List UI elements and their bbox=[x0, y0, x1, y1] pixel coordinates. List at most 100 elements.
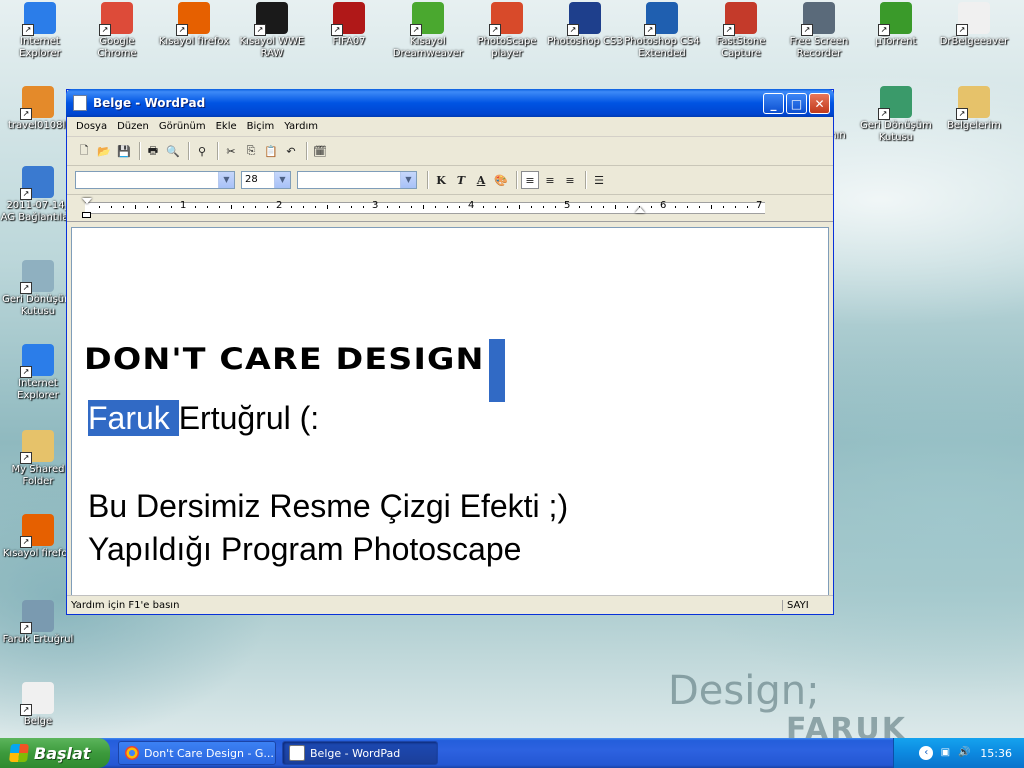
font-name-select[interactable]: ▼ bbox=[75, 171, 235, 189]
desktop-icon-left-5[interactable]: ↗ Kısayol firefox bbox=[0, 514, 76, 560]
menu-yardim[interactable]: Yardım bbox=[279, 121, 323, 132]
ruler-number: 7 bbox=[756, 200, 763, 211]
ruler-tick bbox=[327, 205, 328, 209]
copy-icon[interactable]: ⎘ bbox=[242, 142, 260, 160]
chevron-down-icon[interactable]: ▼ bbox=[274, 172, 290, 188]
shortcut-arrow-icon: ↗ bbox=[20, 704, 32, 716]
desktop-icon-top-12[interactable]: ↗ DrBelgeeaver bbox=[936, 2, 1012, 48]
wordpad-window[interactable]: Belge - WordPad _ □ ✕ Dosya Düzen Görünü… bbox=[66, 89, 834, 615]
shortcut-arrow-icon: ↗ bbox=[22, 24, 34, 36]
desktop-icon-top-10[interactable]: ↗ Free Screen Recorder bbox=[781, 2, 857, 60]
folder-icon: ↗ bbox=[20, 430, 54, 464]
maximize-button[interactable]: □ bbox=[786, 92, 807, 114]
date-time-icon[interactable]: 🗓 bbox=[311, 142, 329, 160]
clock[interactable]: 15:36 bbox=[980, 747, 1012, 760]
find-icon[interactable]: ⚲ bbox=[193, 142, 211, 160]
menu-dosya[interactable]: Dosya bbox=[71, 121, 112, 132]
shortcut-arrow-icon: ↗ bbox=[644, 24, 656, 36]
print-preview-icon[interactable]: 🔍 bbox=[164, 142, 182, 160]
desktop-icon-label: Internet Explorer bbox=[17, 378, 59, 401]
desktop-icon-top-0[interactable]: ↗ Internet Explorer bbox=[2, 2, 78, 60]
minimize-button[interactable]: _ bbox=[763, 92, 784, 114]
ruler-tick bbox=[267, 206, 268, 208]
ruler-tick bbox=[339, 206, 340, 208]
bold-icon[interactable]: K bbox=[432, 171, 450, 189]
show-hidden-icons-icon[interactable]: ‹ bbox=[919, 746, 934, 760]
taskbar-task-wordpad[interactable]: Belge - WordPad bbox=[282, 741, 438, 765]
desktop-icon-left-2[interactable]: ↗ Geri Dönüşüm Kutusu bbox=[0, 260, 76, 318]
right-indent-marker-icon[interactable] bbox=[635, 207, 645, 213]
menu-duzen[interactable]: Düzen bbox=[112, 121, 154, 132]
document-line-program: Yapıldığı Program Photoscape bbox=[88, 531, 522, 567]
align-right-icon[interactable]: ≡ bbox=[561, 171, 579, 189]
status-bar: Yardım için F1'e basın SAYI bbox=[67, 595, 833, 614]
ruler-number: 5 bbox=[564, 200, 571, 211]
volume-icon[interactable]: 🔊 bbox=[957, 746, 971, 760]
bullets-icon[interactable]: ☰ bbox=[590, 171, 608, 189]
taskbar-task-chrome[interactable]: Don't Care Design - G... bbox=[118, 741, 276, 765]
left-indent-marker-icon[interactable] bbox=[82, 198, 92, 204]
close-button[interactable]: ✕ bbox=[809, 92, 830, 114]
desktop-icon-label: Belge bbox=[23, 716, 53, 727]
photoshop-cs3-icon: ↗ bbox=[567, 2, 601, 36]
desktop-icon-right-0[interactable]: ↗ Geri Dönüşüm Kutusu bbox=[858, 86, 934, 144]
desktop-icon-label: Internet Explorer bbox=[19, 36, 61, 59]
desktop-icon-top-3[interactable]: ↗ Kısayol WWE RAW bbox=[234, 2, 310, 60]
ruler-number: 4 bbox=[468, 200, 475, 211]
align-left-icon[interactable]: ≡ bbox=[521, 171, 539, 189]
shortcut-arrow-icon: ↗ bbox=[878, 108, 890, 120]
ruler[interactable]: 1 2 3 4 5 6 7 bbox=[67, 195, 833, 222]
desktop-icon-left-0[interactable]: ↗ travel0108li bbox=[0, 86, 76, 132]
title-bar[interactable]: Belge - WordPad _ □ ✕ bbox=[66, 89, 834, 117]
save-icon[interactable]: 💾 bbox=[115, 142, 133, 160]
start-button[interactable]: Başlat bbox=[0, 738, 110, 768]
italic-icon[interactable]: T bbox=[452, 171, 470, 189]
desktop-icon-left-4[interactable]: ↗ My Shared Folder bbox=[0, 430, 76, 488]
start-label: Başlat bbox=[34, 743, 91, 763]
document-icon: ↗ bbox=[20, 682, 54, 716]
desktop-icon-left-1[interactable]: ↗ 2011-07-14_ AG Bağlantıları bbox=[0, 166, 76, 224]
desktop-icon-left-6[interactable]: ↗ Faruk Ertuğrul bbox=[0, 600, 76, 646]
wordpad-icon bbox=[73, 95, 87, 111]
script-select[interactable]: ▼ bbox=[297, 171, 417, 189]
align-center-icon[interactable]: ≡ bbox=[541, 171, 559, 189]
open-folder-icon[interactable]: 📂 bbox=[95, 142, 113, 160]
desktop-icon-label: Google Chrome bbox=[97, 36, 137, 59]
task-label: Belge - WordPad bbox=[310, 746, 401, 760]
new-document-icon[interactable]: 🗋 bbox=[75, 142, 93, 160]
desktop-icon-top-6[interactable]: ↗ PhotoScape player bbox=[469, 2, 545, 60]
screen-recorder-tray-icon[interactable]: ▣ bbox=[938, 746, 952, 760]
desktop-icon-top-5[interactable]: ↗ Kısayol Dreamweaver bbox=[390, 2, 466, 60]
desktop-icon-top-7[interactable]: ↗ Photoshop CS3 bbox=[547, 2, 623, 48]
desktop-icon-right-1[interactable]: ↗ Belgelerim bbox=[936, 86, 1012, 132]
chevron-down-icon[interactable]: ▼ bbox=[218, 172, 234, 188]
internet-explorer-icon: ↗ bbox=[22, 2, 56, 36]
cut-icon[interactable]: ✂ bbox=[222, 142, 240, 160]
color-icon[interactable]: 🎨 bbox=[492, 171, 510, 189]
desktop-icon-left-3[interactable]: ↗ Internet Explorer bbox=[0, 344, 76, 402]
undo-icon[interactable]: ↶ bbox=[282, 142, 300, 160]
ruler-tick bbox=[531, 206, 532, 208]
desktop-icon-left-7[interactable]: ↗ Belge bbox=[0, 682, 76, 728]
desktop-icon-top-8[interactable]: ↗ Photoshop CS4 Extended bbox=[624, 2, 700, 60]
underline-icon[interactable]: A bbox=[472, 171, 490, 189]
menu-bicim[interactable]: Biçim bbox=[242, 121, 280, 132]
ruler-tick bbox=[519, 205, 520, 209]
desktop-icon-label: 2011-07-14_ AG Bağlantıları bbox=[0, 200, 76, 223]
desktop-icon-top-9[interactable]: ↗ FastStone Capture bbox=[703, 2, 779, 60]
menu-gorunum[interactable]: Görünüm bbox=[154, 121, 211, 132]
menu-ekle[interactable]: Ekle bbox=[211, 121, 242, 132]
print-icon[interactable]: 🖶 bbox=[144, 142, 162, 160]
document-area[interactable]: DON'T CARE DESIGN Faruk Ertuğrul (: Bu D… bbox=[71, 227, 829, 596]
desktop-icon-top-4[interactable]: ↗ FIFA07 bbox=[311, 2, 387, 48]
ruler-tick bbox=[171, 206, 172, 208]
desktop-icon-top-1[interactable]: ↗ Google Chrome bbox=[79, 2, 155, 60]
desktop-icon-top-11[interactable]: ↗ µTorrent bbox=[858, 2, 934, 48]
toolbar-separator bbox=[585, 171, 586, 189]
paste-icon[interactable]: 📋 bbox=[262, 142, 280, 160]
desktop-icon-top-2[interactable]: ↗ Kısayol firefox bbox=[156, 2, 232, 48]
chevron-down-icon[interactable]: ▼ bbox=[400, 172, 416, 188]
desktop-icon-label: DrBelgeeaver bbox=[939, 36, 1009, 47]
font-size-select[interactable]: 28 ▼ bbox=[241, 171, 291, 189]
left-margin-marker-icon[interactable] bbox=[82, 212, 91, 218]
